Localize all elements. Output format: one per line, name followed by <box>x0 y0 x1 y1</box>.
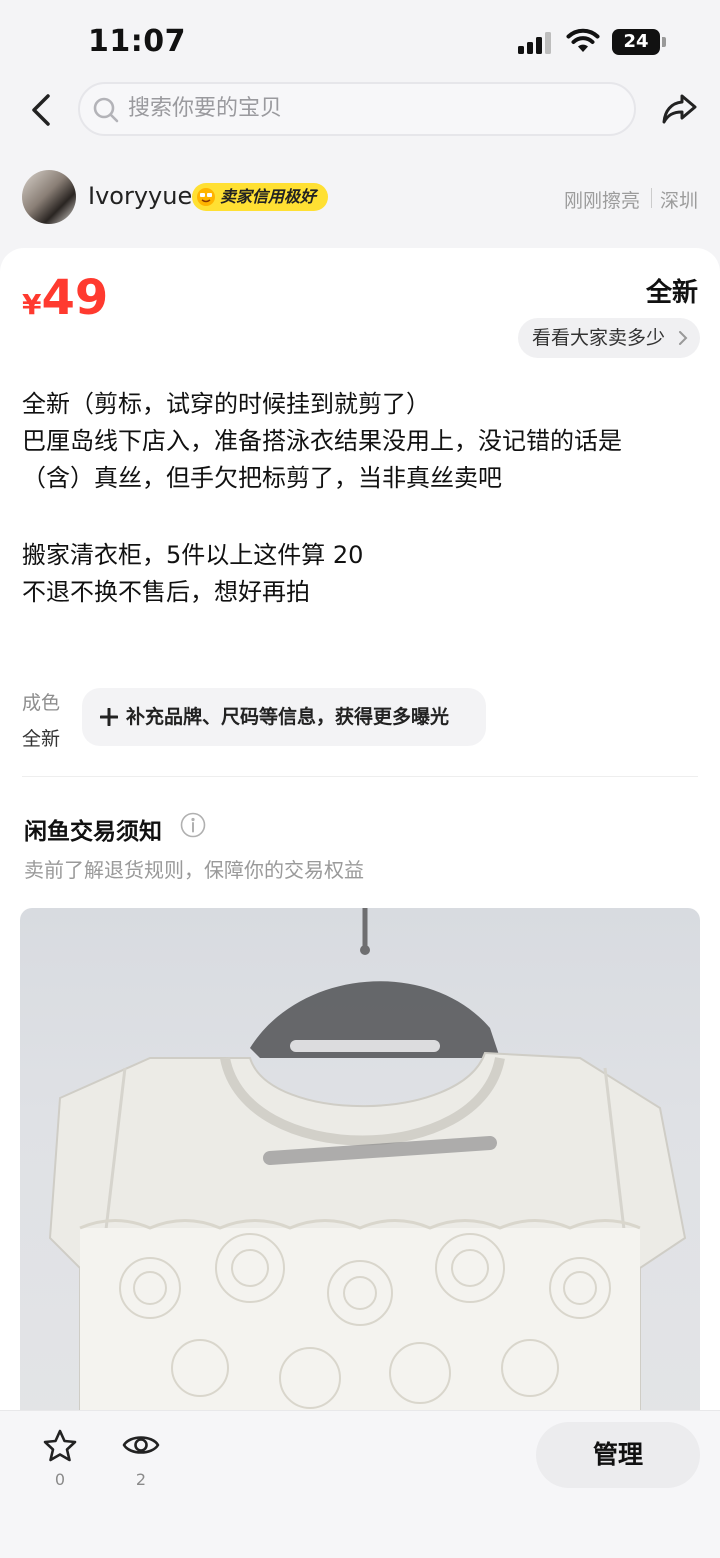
divider <box>22 776 698 777</box>
chevron-right-icon <box>679 331 688 345</box>
info-icon[interactable] <box>180 812 206 838</box>
eye-icon[interactable] <box>122 1430 160 1460</box>
signal-icon <box>518 32 551 54</box>
condition-label: 成色 <box>22 692 61 714</box>
battery-icon: 24 <box>612 29 666 55</box>
description-line: （含）真丝，但手欠把标剪了，当非真丝卖吧 <box>22 464 502 492</box>
description-line: 搬家清衣柜，5件以上这件算 20 <box>22 541 364 569</box>
supplement-info-label: 补充品牌、尺码等信息，获得更多曝光 <box>126 706 450 728</box>
item-description: 全新（剪标，试穿的时候挂到就剪了） 巴厘岛线下店入，准备搭泳衣结果没用上，没记错… <box>22 386 702 611</box>
avatar[interactable] <box>22 170 76 224</box>
price-currency: ¥ <box>22 288 42 321</box>
description-line: 不退不换不售后，想好再拍 <box>22 578 310 606</box>
credit-badge: 卖家信用极好 <box>192 183 329 211</box>
status-bar: 11:07 24 <box>0 0 720 80</box>
description-line: 全新（剪标，试穿的时候挂到就剪了） <box>22 390 430 418</box>
search-box[interactable] <box>78 82 636 136</box>
search-input[interactable] <box>128 84 608 134</box>
supplement-info-button[interactable]: 补充品牌、尺码等信息，获得更多曝光 <box>82 688 486 746</box>
condition-value: 全新 <box>22 728 61 750</box>
product-photo-illustration <box>48 908 687 1428</box>
manage-button[interactable]: 管理 <box>536 1422 700 1488</box>
compare-price-button[interactable]: 看看大家卖多少 <box>518 318 700 358</box>
post-location: 深圳 <box>660 190 699 212</box>
product-photo[interactable] <box>20 908 700 1428</box>
notice-subtitle: 卖前了解退货规则，保障你的交易权益 <box>24 858 364 882</box>
view-count: 2 <box>135 1470 147 1489</box>
compare-price-label: 看看大家卖多少 <box>532 327 666 349</box>
seller-name[interactable]: Ivoryyue <box>88 182 192 210</box>
star-icon[interactable] <box>42 1428 78 1464</box>
status-time: 11:07 <box>88 24 186 59</box>
notice-title[interactable]: 闲鱼交易须知 <box>24 812 162 846</box>
condition-tag: 全新 <box>646 272 699 309</box>
credit-badge-label: 卖家信用极好 <box>220 187 317 206</box>
share-icon[interactable] <box>660 90 700 128</box>
divider <box>651 188 652 208</box>
price: ¥49 <box>22 270 108 326</box>
description-gap <box>22 497 702 537</box>
favorite-count: 0 <box>54 1470 66 1489</box>
battery-level: 24 <box>623 31 649 52</box>
post-time: 刚刚擦亮 <box>564 190 641 212</box>
wifi-icon <box>566 28 600 52</box>
description-line: 巴厘岛线下店入，准备搭泳衣结果没用上，没记错的话是 <box>22 427 622 455</box>
price-value: 49 <box>41 270 109 326</box>
plus-icon <box>100 708 118 726</box>
search-icon <box>93 97 119 123</box>
smiley-icon <box>197 188 215 206</box>
back-icon[interactable] <box>24 90 60 130</box>
